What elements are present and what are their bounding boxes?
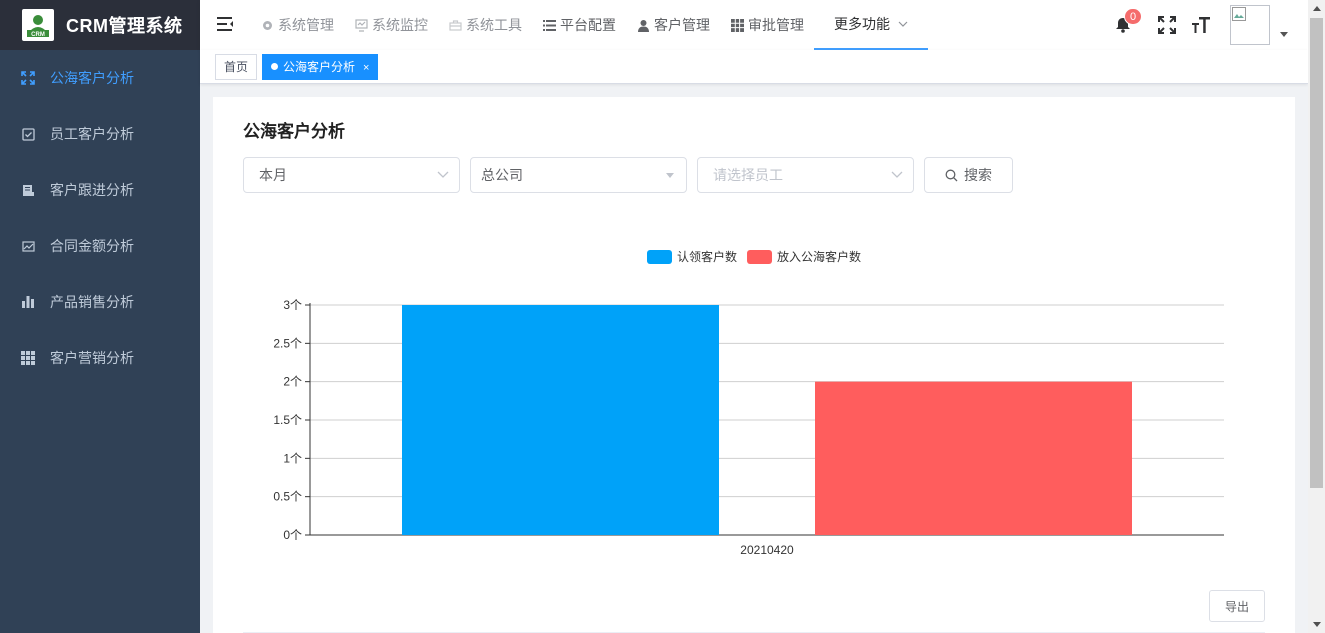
monitor-icon (354, 18, 368, 32)
bar-claimed (402, 305, 719, 535)
scrollbar[interactable] (1308, 0, 1325, 633)
y-tick-label: 1.5个 (273, 413, 302, 427)
main-card: 公海客户分析 本月 总公司 请选择员工 搜索 0个 0.5个 1个 1.5个 2个 2.5… (213, 97, 1295, 633)
legend-label: 放入公海客户数 (777, 249, 861, 264)
sidebar-item-followup-analysis[interactable]: 客户跟进分析 (0, 162, 200, 218)
topnav-more-functions[interactable]: 更多功能 (814, 0, 928, 50)
active-dot-icon (271, 63, 278, 70)
close-icon[interactable]: × (363, 62, 369, 74)
caret-down-icon[interactable] (1280, 31, 1288, 37)
sidebar-item-contract-analysis[interactable]: 合同金额分析 (0, 218, 200, 274)
sidebar-item-label: 合同金额分析 (50, 238, 134, 254)
legend-swatch (647, 250, 672, 264)
sidebar-item-label: 客户营销分析 (50, 350, 134, 366)
checkbox-icon (20, 126, 36, 142)
image-chart-icon (20, 238, 36, 254)
app-title: CRM管理系统 (66, 16, 183, 36)
notification-bell[interactable]: 0 (1112, 8, 1143, 36)
toolbox-icon (448, 18, 462, 32)
top-menu: 系统管理 系统监控 系统工具 平台配置 客户管理 审批管理 更多功能 (250, 0, 928, 50)
top-navbar: 系统管理 系统监控 系统工具 平台配置 客户管理 审批管理 更多功能 0 (200, 0, 1308, 50)
sidebar-item-label: 产品销售分析 (50, 294, 134, 310)
chevron-down-icon (898, 21, 908, 27)
right-menu: 0 (1098, 0, 1288, 50)
logo-area: CRM CRM管理系统 (0, 0, 200, 50)
export-button[interactable]: 导出 (1209, 590, 1265, 622)
topnav-item-platform-config[interactable]: 平台配置 (532, 0, 626, 50)
table-icon (730, 18, 744, 32)
hamburger-icon[interactable] (216, 15, 236, 35)
topnav-more-label: 更多功能 (834, 16, 890, 32)
tag-home[interactable]: 首页 (215, 54, 258, 80)
sidebar-item-label: 客户跟进分析 (50, 182, 134, 198)
document-icon (20, 182, 36, 198)
sidebar: CRM CRM管理系统 公海客户分析 员工客户分析 客户跟进分析 合同金额分析 … (0, 0, 200, 633)
broken-image-icon (1232, 7, 1246, 21)
grid-icon (20, 350, 36, 366)
topnav-label: 系统监控 (372, 17, 428, 33)
sidebar-item-label: 公海客户分析 (50, 70, 134, 86)
notification-badge: 0 (1124, 8, 1143, 25)
legend-swatch (747, 250, 773, 264)
scroll-down-arrow-icon[interactable] (1308, 616, 1325, 633)
y-tick-label: 0个 (283, 528, 302, 542)
topnav-item-system-management[interactable]: 系统管理 (250, 0, 344, 50)
topnav-item-approval-management[interactable]: 审批管理 (720, 0, 814, 50)
sidebar-item-marketing-analysis[interactable]: 客户营销分析 (0, 330, 200, 386)
crm-logo-icon: CRM (22, 9, 54, 41)
y-tick-label: 0.5个 (273, 490, 302, 504)
sidebar-item-product-sales-analysis[interactable]: 产品销售分析 (0, 274, 200, 330)
topnav-label: 客户管理 (654, 17, 710, 33)
tags-view: 首页 公海客户分析 × (200, 50, 1308, 84)
sidebar-item-employee-analysis[interactable]: 员工客户分析 (0, 106, 200, 162)
sidebar-item-public-sea-analysis[interactable]: 公海客户分析 (0, 50, 200, 106)
y-tick-label: 1个 (283, 451, 302, 465)
y-tick-label: 3个 (283, 298, 302, 312)
gear-icon (260, 18, 274, 32)
tag-label: 公海客户分析 (283, 60, 356, 74)
legend-label: 认领客户数 (677, 249, 737, 264)
scroll-up-arrow-icon[interactable] (1308, 0, 1325, 17)
avatar[interactable] (1230, 5, 1270, 45)
fullscreen-icon[interactable] (1156, 14, 1178, 36)
sidebar-item-label: 员工客户分析 (50, 126, 134, 142)
expand-icon (20, 70, 36, 86)
topnav-label: 审批管理 (748, 17, 804, 33)
topnav-label: 系统管理 (278, 17, 334, 33)
topnav-label: 系统工具 (466, 17, 522, 33)
bar-chart: 0个 0.5个 1个 1.5个 2个 2.5个 3个 20210420 认领客户数 放入公海客户数 (273, 249, 1224, 557)
scrollbar-thumb[interactable] (1310, 18, 1323, 488)
topnav-item-customer-management[interactable]: 客户管理 (626, 0, 720, 50)
bar-released (815, 381, 1132, 535)
list-icon (542, 18, 556, 32)
x-tick-label: 20210420 (740, 543, 794, 557)
export-button-label: 导出 (1224, 599, 1249, 614)
topnav-label: 平台配置 (560, 17, 616, 33)
logo-text: CRM (31, 32, 45, 38)
y-tick-label: 2个 (283, 375, 302, 389)
topnav-item-system-tools[interactable]: 系统工具 (438, 0, 532, 50)
tag-current[interactable]: 公海客户分析 × (262, 54, 379, 80)
topnav-item-system-monitor[interactable]: 系统监控 (344, 0, 438, 50)
y-tick-label: 2.5个 (273, 336, 302, 350)
bar-chart-icon (20, 294, 36, 310)
font-size-icon[interactable] (1190, 14, 1212, 36)
user-icon (636, 18, 650, 32)
tag-label: 首页 (224, 60, 249, 74)
